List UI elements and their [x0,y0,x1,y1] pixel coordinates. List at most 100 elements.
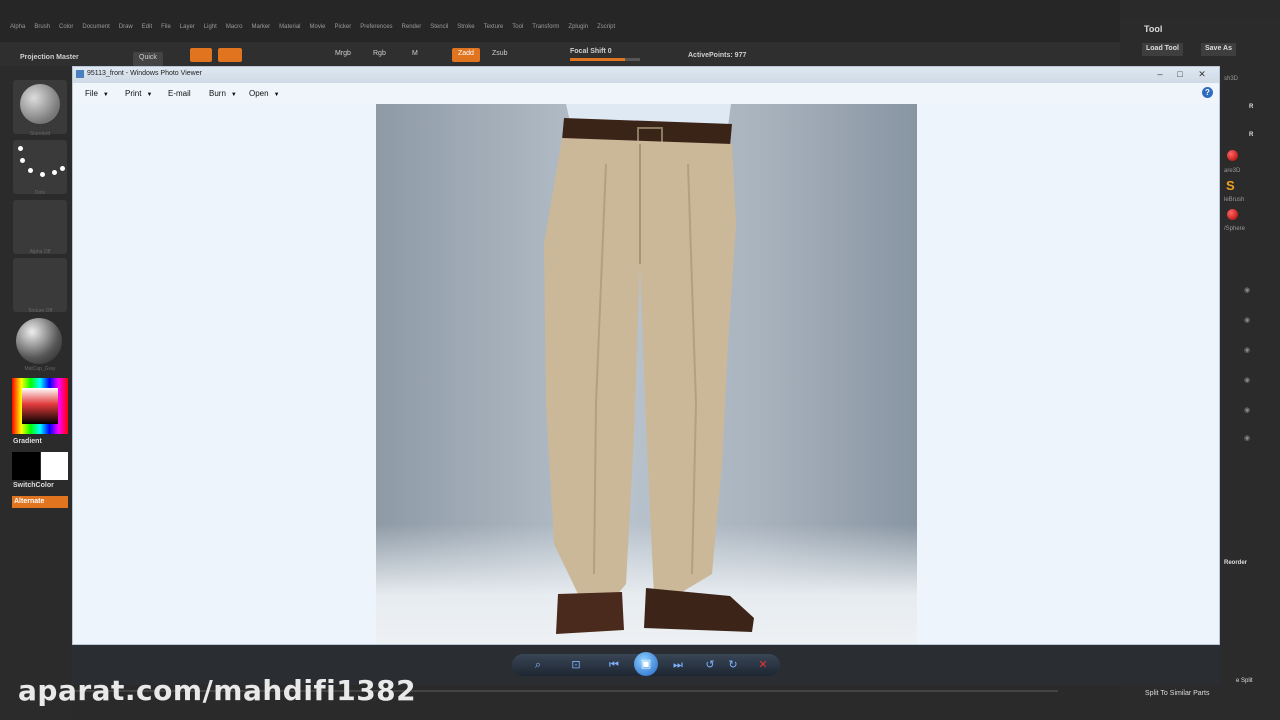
material-sphere-icon[interactable] [16,318,62,364]
load-tool-button[interactable]: Load Tool [1142,43,1183,56]
main-color-swatch[interactable] [12,452,40,480]
maximize-icon[interactable]: □ [1171,68,1189,80]
menu-file[interactable]: File ▼ [85,89,109,98]
zbrush-menu-draw[interactable]: Draw [119,24,133,30]
reorder-button[interactable]: Reorder [1224,560,1247,566]
close-icon[interactable]: ✕ [1193,68,1211,80]
menu-open-label: Open [249,89,269,98]
brush-label: Standard [29,131,51,137]
photo-viewer-titlebar[interactable]: 95113_front - Windows Photo Viewer – □ ✕ [73,67,1219,83]
draw-mode-button[interactable] [218,48,242,62]
subtool-eye-icon[interactable]: ◉ [1244,316,1250,324]
zbrush-menu-alpha[interactable]: Alpha [10,24,25,30]
tool-item-1[interactable]: are3D [1224,168,1240,174]
window-title: 95113_front - Windows Photo Viewer [87,70,202,77]
simplebrush-thumb-icon[interactable]: S [1226,178,1235,193]
zbrush-menu-movie[interactable]: Movie [310,24,326,30]
zsub-button[interactable]: Zsub [492,50,508,64]
subtool-eye-icon[interactable]: ◉ [1244,376,1250,384]
split-button[interactable]: e Split [1236,678,1253,684]
subtool-eye-icon[interactable]: ◉ [1244,406,1250,414]
subtool-eye-icon[interactable]: ◉ [1244,346,1250,354]
tool-item-3[interactable]: /Sphere [1224,226,1245,232]
rotate-ccw-icon[interactable]: ↺ [702,657,718,673]
subtool-eye-icon[interactable]: ◉ [1244,434,1250,442]
edit-mode-button[interactable] [190,48,212,62]
minimize-icon[interactable]: – [1151,68,1169,80]
tool-item-2[interactable]: leBrush [1224,197,1244,203]
zoom-icon[interactable]: ⌕ [530,657,546,673]
save-as-button[interactable]: Save As [1201,43,1236,56]
menu-burn[interactable]: Burn ▼ [209,89,237,98]
m-button[interactable]: M [412,50,418,64]
zbrush-menu-stroke[interactable]: Stroke [457,24,474,30]
zadd-button[interactable]: Zadd [452,48,480,62]
zbrush-menu-layer[interactable]: Layer [180,24,195,30]
color-picker[interactable] [12,378,68,434]
zbrush-menu-zplugin[interactable]: Zplugin [568,24,588,30]
focal-shift-bar [570,58,640,61]
r-button[interactable]: R [1249,104,1253,110]
menu-email[interactable]: E-mail [168,89,191,98]
right-shoe [644,588,754,632]
zbrush-menu-tool[interactable]: Tool [512,24,523,30]
zbrush-menu-macro[interactable]: Macro [226,24,243,30]
zbrush-menu-texture[interactable]: Texture [484,24,504,30]
standard-brush-icon [20,84,60,124]
chevron-down-icon: ▼ [102,92,109,98]
photo-viewer-app-icon [76,70,84,78]
material-label: MatCap_Gray [24,366,56,372]
gradient-label[interactable]: Gradient [13,438,42,445]
menu-print[interactable]: Print ▼ [125,89,152,98]
zbrush-menu-file[interactable]: File [161,24,171,30]
zbrush-menu-render[interactable]: Render [402,24,422,30]
zbrush-menubar: Alpha Brush Color Document Draw Edit File Layer… [0,0,1120,42]
quick-button[interactable]: Quick [133,52,163,66]
sphere3d-thumb-icon[interactable] [1227,150,1238,161]
zbrush-menu-transform[interactable]: Transform [532,24,559,30]
menu-file-label: File [85,89,98,98]
secondary-color-swatch[interactable] [41,452,68,480]
zbrush-menu-color[interactable]: Color [59,24,73,30]
zbrush-menu-zscript[interactable]: Zscript [597,24,615,30]
delete-icon[interactable]: ✕ [755,657,771,673]
subtool-eye-icon[interactable]: ◉ [1244,286,1250,294]
watermark: aparat.com/mahdifi1382 [18,674,417,707]
slideshow-icon[interactable]: ▣ [634,652,658,676]
next-icon[interactable]: ⏭ [670,657,686,673]
texture-label: Texture Off [27,308,53,314]
zbrush-menu-document[interactable]: Document [82,24,109,30]
chevron-down-icon: ▼ [146,92,153,98]
rotate-cw-icon[interactable]: ↻ [725,657,741,673]
switch-color-button[interactable]: SwitchColor [13,482,54,489]
zbrush-menu-edit[interactable]: Edit [142,24,152,30]
alpha-tile[interactable] [13,200,67,254]
stroke-label: Dots [34,190,46,196]
polysphere-thumb-icon[interactable] [1227,209,1238,220]
zbrush-menu-brush[interactable]: Brush [34,24,50,30]
zbrush-menu-material[interactable]: Material [279,24,300,30]
alternate-button[interactable]: Alternate [12,496,68,508]
texture-tile[interactable] [13,258,67,312]
zbrush-menu-preferences[interactable]: Preferences [360,24,392,30]
dots-stroke-icon [18,146,65,182]
menu-print-label: Print [125,89,142,98]
zbrush-menu-marker[interactable]: Marker [251,24,270,30]
rgb-button[interactable]: Rgb [373,50,386,64]
actual-size-icon[interactable]: ⊡ [568,657,584,673]
split-to-similar-parts-button[interactable]: Split To Similar Parts [1145,690,1209,697]
tool-palette-title: Tool [1144,24,1163,34]
zbrush-menu-picker[interactable]: Picker [335,24,352,30]
menu-burn-label: Burn [209,89,226,98]
chevron-down-icon: ▼ [230,92,237,98]
zbrush-menu-light[interactable]: Light [204,24,217,30]
photo-viewer-window: 95113_front - Windows Photo Viewer – □ ✕… [72,66,1220,645]
help-icon[interactable]: ? [1202,87,1213,98]
menu-open[interactable]: Open ▼ [249,89,280,98]
displayed-photo [376,104,917,644]
mrgb-button[interactable]: Mrgb [335,50,351,64]
previous-icon[interactable]: ⏮ [606,657,622,673]
r-button-2[interactable]: R [1249,132,1253,138]
zbrush-menu-stencil[interactable]: Stencil [430,24,448,30]
tool-item-0[interactable]: sh3D [1224,76,1238,82]
